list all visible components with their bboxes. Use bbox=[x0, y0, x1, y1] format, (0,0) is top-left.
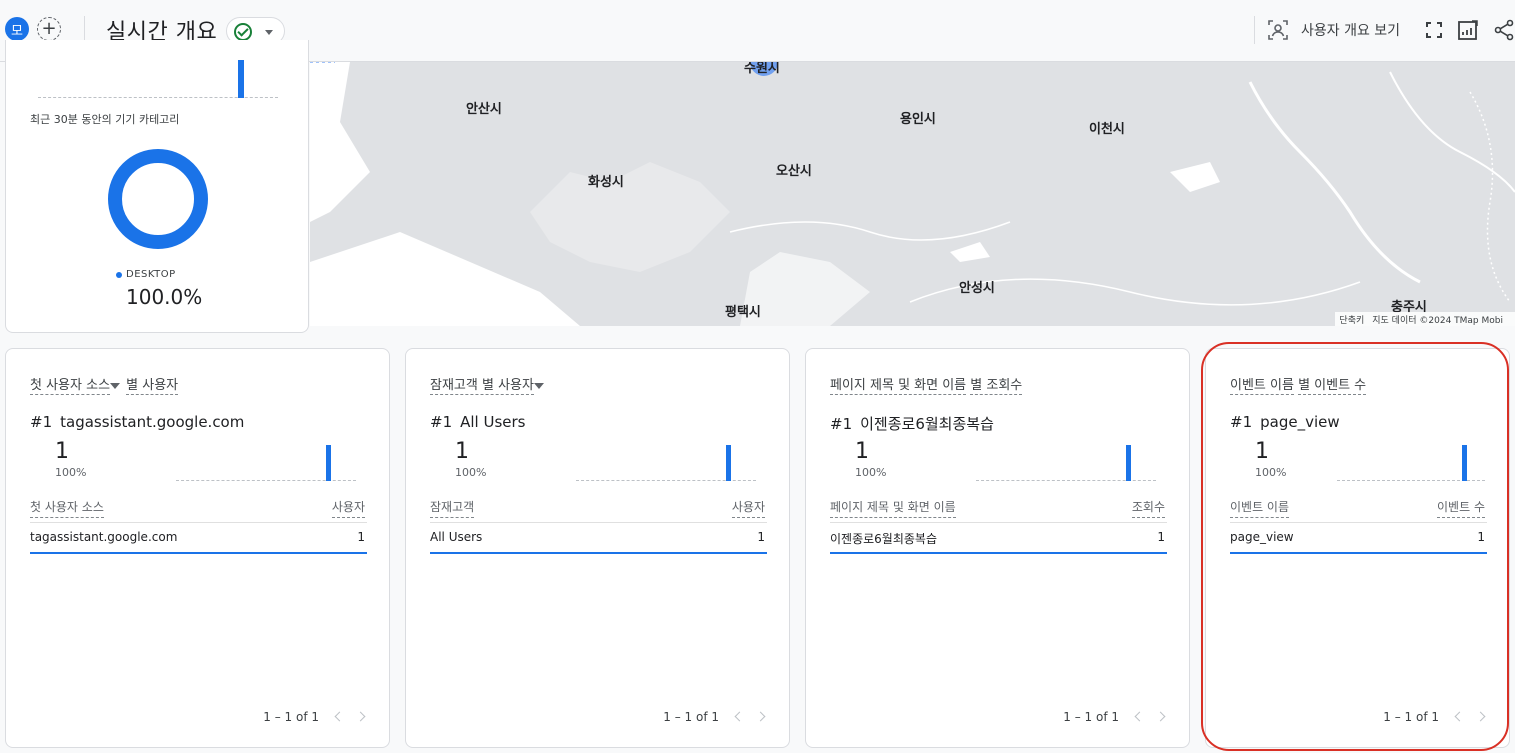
row-value: 1 bbox=[1477, 530, 1485, 544]
page-title-views-card: 페이지 제목 및 화면 이름 별 조회수 #1 이젠종로6월최종복습 1 100%… bbox=[805, 348, 1190, 748]
map-city-label: 용인시 bbox=[900, 112, 936, 127]
top-item: #1 이젠종로6월최종복습 bbox=[830, 415, 994, 433]
user-snapshot-icon[interactable] bbox=[1267, 19, 1289, 41]
card-title: 이벤트 이름 별 이벤트 수 bbox=[1230, 374, 1367, 395]
row-value: 1 bbox=[757, 530, 765, 544]
add-comparison-button[interactable]: + bbox=[37, 17, 61, 41]
caret-down-icon[interactable] bbox=[533, 382, 544, 389]
property-avatar[interactable]: 모 bbox=[5, 17, 29, 41]
device-category-label: 최근 30분 동안의 기기 카테고리 bbox=[30, 113, 180, 126]
column-header-metric[interactable]: 사용자 bbox=[331, 498, 365, 518]
row-value: 1 bbox=[1157, 530, 1165, 544]
chevron-right-icon[interactable] bbox=[1475, 709, 1489, 723]
divider bbox=[830, 522, 1167, 523]
metric-label: 별 조회수 bbox=[970, 378, 1023, 395]
top-item-value: 1 bbox=[55, 439, 69, 464]
legend-dot bbox=[116, 272, 122, 278]
chevron-right-icon[interactable] bbox=[1155, 709, 1169, 723]
chevron-left-icon[interactable] bbox=[331, 709, 345, 723]
caret-down-icon bbox=[265, 30, 273, 35]
map-city-label: 안성시 bbox=[959, 281, 995, 296]
edit-chart-icon[interactable] bbox=[1457, 19, 1479, 41]
pagination-text: 1 – 1 of 1 bbox=[663, 710, 719, 724]
map-city-label: 안산시 bbox=[466, 102, 502, 117]
top-item: #1 All Users bbox=[430, 413, 526, 431]
row-label: page_view bbox=[1230, 530, 1294, 544]
table-row[interactable]: 이젠종로6월최종복습 1 bbox=[830, 530, 1167, 554]
map-city-label: 수원시 bbox=[744, 62, 780, 76]
chevron-left-icon[interactable] bbox=[731, 709, 745, 723]
table-row[interactable]: page_view 1 bbox=[1230, 530, 1487, 554]
chevron-right-icon[interactable] bbox=[355, 709, 369, 723]
map-city-label: 화성시 bbox=[588, 175, 624, 190]
map-city-label: 이천시 bbox=[1089, 122, 1125, 137]
map-city-label: 평택시 bbox=[725, 305, 761, 320]
fullscreen-icon[interactable] bbox=[1423, 19, 1445, 41]
sparkline-bar bbox=[326, 445, 331, 481]
top-item-percent: 100% bbox=[1255, 466, 1287, 479]
row-value: 1 bbox=[357, 530, 365, 544]
top-item: #1 page_view bbox=[1230, 413, 1340, 431]
row-label: 이젠종로6월최종복습 bbox=[830, 532, 937, 546]
top-item-percent: 100% bbox=[455, 466, 487, 479]
share-icon[interactable] bbox=[1493, 19, 1515, 41]
divider bbox=[1230, 522, 1487, 523]
table-row[interactable]: All Users 1 bbox=[430, 530, 767, 554]
view-user-overview-link[interactable]: 사용자 개요 보기 bbox=[1301, 20, 1400, 40]
column-header-dimension[interactable]: 잠재고객 bbox=[430, 498, 475, 518]
divider bbox=[30, 522, 367, 523]
map-attribution: 단축키 지도 데이터 ©2024 TMap Mobi bbox=[1335, 312, 1515, 326]
pagination-text: 1 – 1 of 1 bbox=[263, 710, 319, 724]
row-label: All Users bbox=[430, 530, 483, 544]
column-header-metric[interactable]: 조회수 bbox=[1131, 498, 1165, 518]
chevron-right-icon[interactable] bbox=[755, 709, 769, 723]
realtime-map[interactable]: 수원시 안산시 용인시 이천시 화성시 오산시 안성시 평택시 충주시 단축키 지… bbox=[310, 62, 1515, 326]
column-header-dimension[interactable]: 이벤트 이름 bbox=[1230, 498, 1290, 518]
keyboard-shortcuts-link[interactable]: 단축키 bbox=[1339, 316, 1364, 326]
metric-label: 별 이벤트 수 bbox=[1298, 378, 1367, 395]
card-title: 잠재고객 별 사용자 bbox=[430, 374, 546, 395]
top-item-value: 1 bbox=[455, 439, 469, 464]
top-item: #1 tagassistant.google.com bbox=[30, 413, 245, 431]
pagination-text: 1 – 1 of 1 bbox=[1383, 710, 1439, 724]
chevron-left-icon[interactable] bbox=[1451, 709, 1465, 723]
dimension-selector[interactable]: 잠재고객 별 사용자 bbox=[430, 378, 534, 395]
sparkline-bar bbox=[1126, 445, 1131, 481]
map-city-label: 오산시 bbox=[776, 164, 812, 179]
check-circle-icon bbox=[234, 23, 252, 41]
top-item-percent: 100% bbox=[855, 466, 887, 479]
divider bbox=[430, 522, 767, 523]
map-data-credit[interactable]: 지도 데이터 ©2024 TMap Mobi bbox=[1372, 316, 1503, 326]
first-user-source-card: 첫 사용자 소스 별 사용자 #1 tagassistant.google.com… bbox=[5, 348, 390, 748]
pagination-text: 1 – 1 of 1 bbox=[1063, 710, 1119, 724]
card-title: 페이지 제목 및 화면 이름 별 조회수 bbox=[830, 374, 1023, 395]
column-header-metric[interactable]: 이벤트 수 bbox=[1437, 498, 1485, 518]
card-title: 첫 사용자 소스 별 사용자 bbox=[30, 374, 179, 395]
dimension-label: 페이지 제목 및 화면 이름 bbox=[830, 378, 967, 395]
metric-label: 별 사용자 bbox=[126, 378, 179, 395]
row-label: tagassistant.google.com bbox=[30, 530, 178, 544]
column-header-dimension[interactable]: 첫 사용자 소스 bbox=[30, 498, 104, 518]
legend-desktop-value: 100.0% bbox=[126, 285, 203, 309]
top-item-value: 1 bbox=[855, 439, 869, 464]
chevron-left-icon[interactable] bbox=[1131, 709, 1145, 723]
audience-users-card: 잠재고객 별 사용자 #1 All Users 1 100% 잠재고객 사용자 A… bbox=[405, 348, 790, 748]
top-item-percent: 100% bbox=[55, 466, 87, 479]
table-row[interactable]: tagassistant.google.com 1 bbox=[30, 530, 367, 554]
sparkline-bar bbox=[726, 445, 731, 481]
dimension-label: 이벤트 이름 bbox=[1230, 378, 1294, 395]
column-header-metric[interactable]: 사용자 bbox=[731, 498, 765, 518]
device-donut-chart[interactable] bbox=[108, 149, 208, 249]
device-category-card: 최근 30분 동안의 기기 카테고리 DESKTOP 100.0% bbox=[5, 40, 309, 333]
column-header-dimension[interactable]: 페이지 제목 및 화면 이름 bbox=[830, 498, 956, 518]
legend-desktop-label: DESKTOP bbox=[126, 269, 176, 280]
sparkline-bar bbox=[1462, 445, 1467, 481]
event-count-card: 이벤트 이름 별 이벤트 수 #1 page_view 1 100% 이벤트 이름… bbox=[1205, 348, 1510, 748]
caret-down-icon[interactable] bbox=[110, 382, 121, 389]
top-item-value: 1 bbox=[1255, 439, 1269, 464]
divider bbox=[1254, 16, 1255, 44]
dimension-selector[interactable]: 첫 사용자 소스 bbox=[30, 378, 111, 395]
sparkline-bar bbox=[238, 60, 244, 98]
